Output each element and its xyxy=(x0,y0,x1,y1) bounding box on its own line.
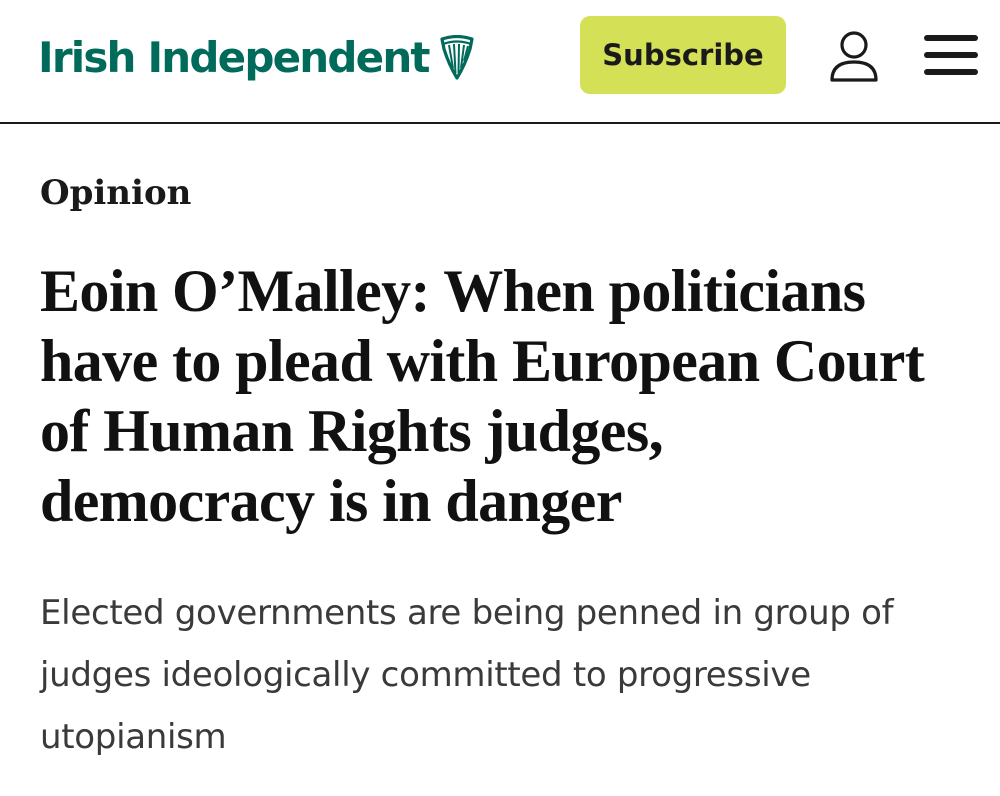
article-headline: Eoin O’Malley: When politicians have to … xyxy=(40,256,990,536)
standfirst-line: Elected governments are being penned in … xyxy=(40,593,894,633)
standfirst-line: judges ideologically committed to progre… xyxy=(40,655,811,695)
headline-line: of Human Rights judges, xyxy=(40,398,664,464)
harp-icon xyxy=(440,35,474,80)
headline-line: have to plead with European Court xyxy=(40,328,925,394)
headline-line: democracy is in danger xyxy=(40,468,622,534)
site-logo[interactable]: Irish Independent xyxy=(38,30,475,86)
headline-line: Eoin O’Malley: When politicians xyxy=(40,258,866,324)
hamburger-menu-icon xyxy=(924,35,978,75)
menu-button[interactable] xyxy=(922,30,980,80)
user-icon xyxy=(830,31,878,82)
article-standfirst: Elected governments are being penned in … xyxy=(40,582,980,768)
account-button[interactable] xyxy=(826,28,882,84)
standfirst-line: utopianism xyxy=(40,717,227,757)
section-label[interactable]: Opinion xyxy=(40,170,191,216)
logo-text: Irish Independent xyxy=(38,33,431,82)
subscribe-button[interactable]: Subscribe xyxy=(580,16,786,94)
site-header: Irish Independent Subscribe xyxy=(0,0,1000,124)
